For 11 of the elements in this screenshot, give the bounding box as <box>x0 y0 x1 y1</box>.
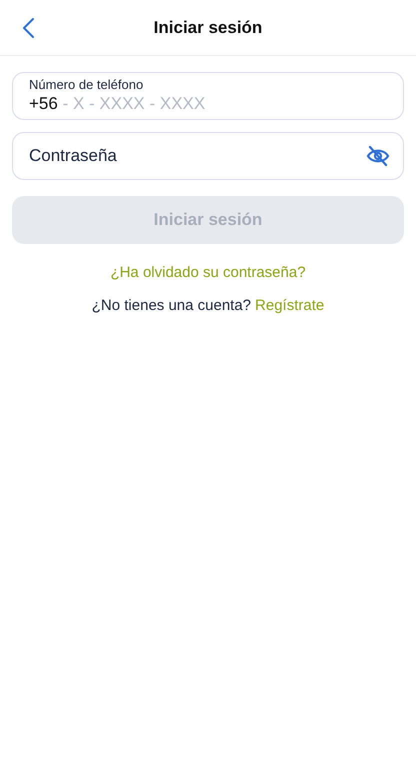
password-field[interactable]: Contraseña <box>12 132 404 180</box>
back-icon <box>21 17 35 39</box>
field-label: Número de teléfono <box>29 77 144 93</box>
forgot-password-link[interactable]: ¿Ha olvidado su contraseña? <box>110 262 306 284</box>
signup-link[interactable]: Regístrate <box>255 294 324 317</box>
signup-prompt: ¿No tienes una cuenta? <box>92 296 252 316</box>
phone-field[interactable]: Número de teléfono +56 - X - XXXX - XXXX <box>12 72 404 120</box>
phone-input[interactable]: - X - XXXX - XXXX <box>58 93 387 115</box>
country-code: +56 <box>29 93 58 115</box>
screen-title: Iniciar sesión <box>154 16 262 39</box>
eye-off-icon[interactable] <box>366 145 390 167</box>
